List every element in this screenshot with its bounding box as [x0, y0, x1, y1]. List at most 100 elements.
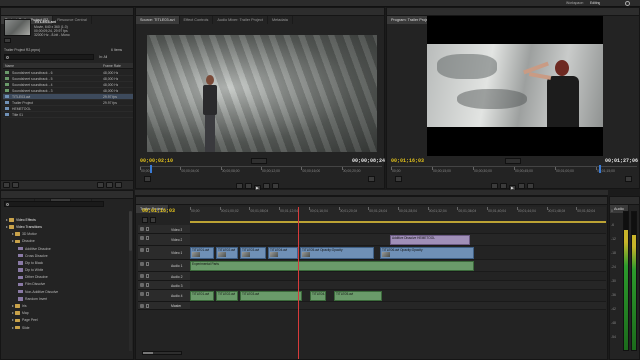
- audio4-clip[interactable]: TITLE03.avi: [240, 291, 302, 301]
- speaker-icon[interactable]: [140, 292, 144, 296]
- video1-clip[interactable]: TITLE02.avi: [216, 247, 238, 259]
- effects-tree: Video Effects Video Transitions 3D Motion D…: [3, 211, 131, 330]
- source-video-frame[interactable]: [147, 35, 377, 152]
- trash-icon[interactable]: [115, 182, 122, 188]
- eye-icon[interactable]: [140, 236, 144, 240]
- effects-tree-item[interactable]: Map: [3, 304, 131, 315]
- video1-clip[interactable]: TITLE06.avi Opacity:Opacity: [380, 247, 474, 259]
- step-back-button[interactable]: [245, 183, 252, 189]
- source-playhead[interactable]: [150, 165, 152, 173]
- lock-icon[interactable]: [146, 292, 149, 296]
- effects-tree-item[interactable]: Random Invert: [3, 290, 131, 301]
- lock-icon[interactable]: [146, 274, 149, 278]
- effects-tree-item[interactable]: 3D Motion: [3, 225, 131, 236]
- video1-clip[interactable]: TITLE05.avi Opacity:Opacity: [300, 247, 374, 259]
- work-area-bar[interactable]: [190, 221, 606, 223]
- tab-audio-mixer[interactable]: Audio Mixer: Trailer Project: [213, 16, 268, 24]
- lock-icon[interactable]: [146, 248, 149, 252]
- col-name-header[interactable]: Name: [5, 64, 14, 68]
- effects-tree-item[interactable]: Dissolve: [3, 233, 131, 243]
- eye-icon[interactable]: [140, 248, 144, 252]
- speaker-icon[interactable]: [140, 304, 144, 308]
- speaker-icon[interactable]: [140, 274, 144, 278]
- effects-tree-item[interactable]: Iris: [3, 297, 131, 308]
- audio4-clip[interactable]: TITLE05.avi: [334, 291, 382, 301]
- new-item-icon[interactable]: [106, 182, 113, 188]
- lock-icon[interactable]: [146, 304, 149, 308]
- effects-tree-item[interactable]: Additive Dissolve: [3, 240, 131, 251]
- snap-toggle[interactable]: [142, 217, 148, 223]
- mark-out-button[interactable]: [272, 183, 279, 189]
- tab-metadata[interactable]: Metadata: [268, 16, 293, 24]
- search-field[interactable]: [4, 54, 94, 60]
- audio1-clip[interactable]: Experimental Parts: [190, 261, 474, 271]
- search-icon[interactable]: [625, 1, 630, 6]
- effects-tree-item[interactable]: Page Peel: [3, 312, 131, 322]
- col-framerate-header[interactable]: Frame Rate: [103, 64, 121, 68]
- mark-in-button[interactable]: [236, 183, 243, 189]
- audio4-clip[interactable]: TITLE01.avi: [190, 291, 214, 301]
- clip-label: Experimental Parts: [192, 262, 219, 266]
- tab-source[interactable]: Source: TITLE03.avi: [136, 16, 180, 24]
- timeline-playhead[interactable]: [298, 207, 299, 359]
- lock-icon[interactable]: [146, 236, 149, 240]
- program-mark-in-button[interactable]: [491, 183, 498, 189]
- video1-clip[interactable]: TITLE01.avi: [190, 247, 214, 259]
- program-video-frame[interactable]: [427, 16, 603, 156]
- program-step-back-button[interactable]: [500, 183, 507, 189]
- program-playhead[interactable]: [599, 165, 601, 173]
- insert-button[interactable]: [144, 176, 151, 182]
- list-view-icon[interactable]: [3, 182, 10, 188]
- add-marker-button[interactable]: [150, 217, 156, 223]
- timeline-zoom-slider[interactable]: [142, 351, 182, 355]
- tree-toggle-icon[interactable]: [12, 326, 14, 329]
- tab-resource-central[interactable]: Resource Central: [53, 16, 92, 24]
- item-name: Soundsheet soundtrack - 4: [12, 83, 53, 87]
- audio4-clip[interactable]: TITLE04.avi: [310, 291, 326, 301]
- step-forward-button[interactable]: [263, 183, 270, 189]
- lock-icon[interactable]: [146, 262, 149, 266]
- project-list-item[interactable]: Title 01: [3, 112, 133, 118]
- effects-tree-item[interactable]: Video Effects: [3, 211, 131, 222]
- program-timecode-current[interactable]: 00;01;16;03: [391, 158, 424, 164]
- play-thumbnail-button[interactable]: [4, 38, 11, 43]
- speaker-icon[interactable]: [140, 283, 144, 287]
- lock-icon[interactable]: [146, 283, 149, 287]
- icon-view-icon[interactable]: [12, 182, 19, 188]
- export-frame-button[interactable]: [625, 176, 632, 182]
- effects-tree-item[interactable]: Cross Dissolve: [3, 247, 131, 258]
- new-bin-icon[interactable]: [97, 182, 104, 188]
- timeline-timecode[interactable]: 00;01;16;03: [142, 208, 175, 214]
- effects-tree-item[interactable]: Dip to Black: [3, 254, 131, 265]
- lift-button[interactable]: [395, 176, 402, 182]
- lock-icon[interactable]: [146, 227, 149, 231]
- video1-clip[interactable]: TITLE03.avi: [240, 247, 266, 259]
- effects-tree-item[interactable]: Slide: [3, 319, 131, 330]
- audio4-clip[interactable]: TITLE02.avi: [216, 291, 238, 301]
- program-zoom-select[interactable]: [505, 158, 521, 164]
- effects-search-field[interactable]: [4, 201, 104, 207]
- tab-effect-controls[interactable]: Effect Controls: [180, 16, 214, 24]
- video1-clip[interactable]: TITLE04.avi: [268, 247, 298, 259]
- speaker-icon[interactable]: [140, 262, 144, 266]
- eye-icon[interactable]: [140, 227, 144, 231]
- program-mark-out-button[interactable]: [527, 183, 534, 189]
- workspace-select[interactable]: Editing: [590, 1, 600, 5]
- effects-scrollbar[interactable]: [129, 211, 132, 351]
- video2-clip[interactable]: Additive Dissolve HEMETOOL: [390, 235, 470, 245]
- overwrite-button[interactable]: [368, 176, 375, 182]
- search-scope[interactable]: In: All: [99, 55, 107, 59]
- effects-tree-item[interactable]: Video Transitions: [3, 218, 131, 229]
- effects-tree-item[interactable]: Dither Dissolve: [3, 269, 131, 279]
- source-zoom-select[interactable]: [251, 158, 267, 164]
- effects-tree-item[interactable]: Film Dissolve: [3, 276, 131, 286]
- source-ruler[interactable]: 00;00 00;00;04;00 00;00;08;00 00;00;12;00 00…: [140, 166, 382, 173]
- source-timecode-current[interactable]: 00;00;02;10: [140, 158, 173, 164]
- meter-scale-label: -36: [611, 293, 616, 297]
- project-file-name: Trailer Project R2.prproj: [4, 48, 40, 52]
- clip-label: TITLE04.avi: [312, 292, 325, 296]
- effects-tree-item[interactable]: Non-Additive Dissolve: [3, 283, 131, 294]
- track-lane: [190, 272, 606, 281]
- effects-tree-item[interactable]: Dip to White: [3, 261, 131, 272]
- program-step-forward-button[interactable]: [518, 183, 525, 189]
